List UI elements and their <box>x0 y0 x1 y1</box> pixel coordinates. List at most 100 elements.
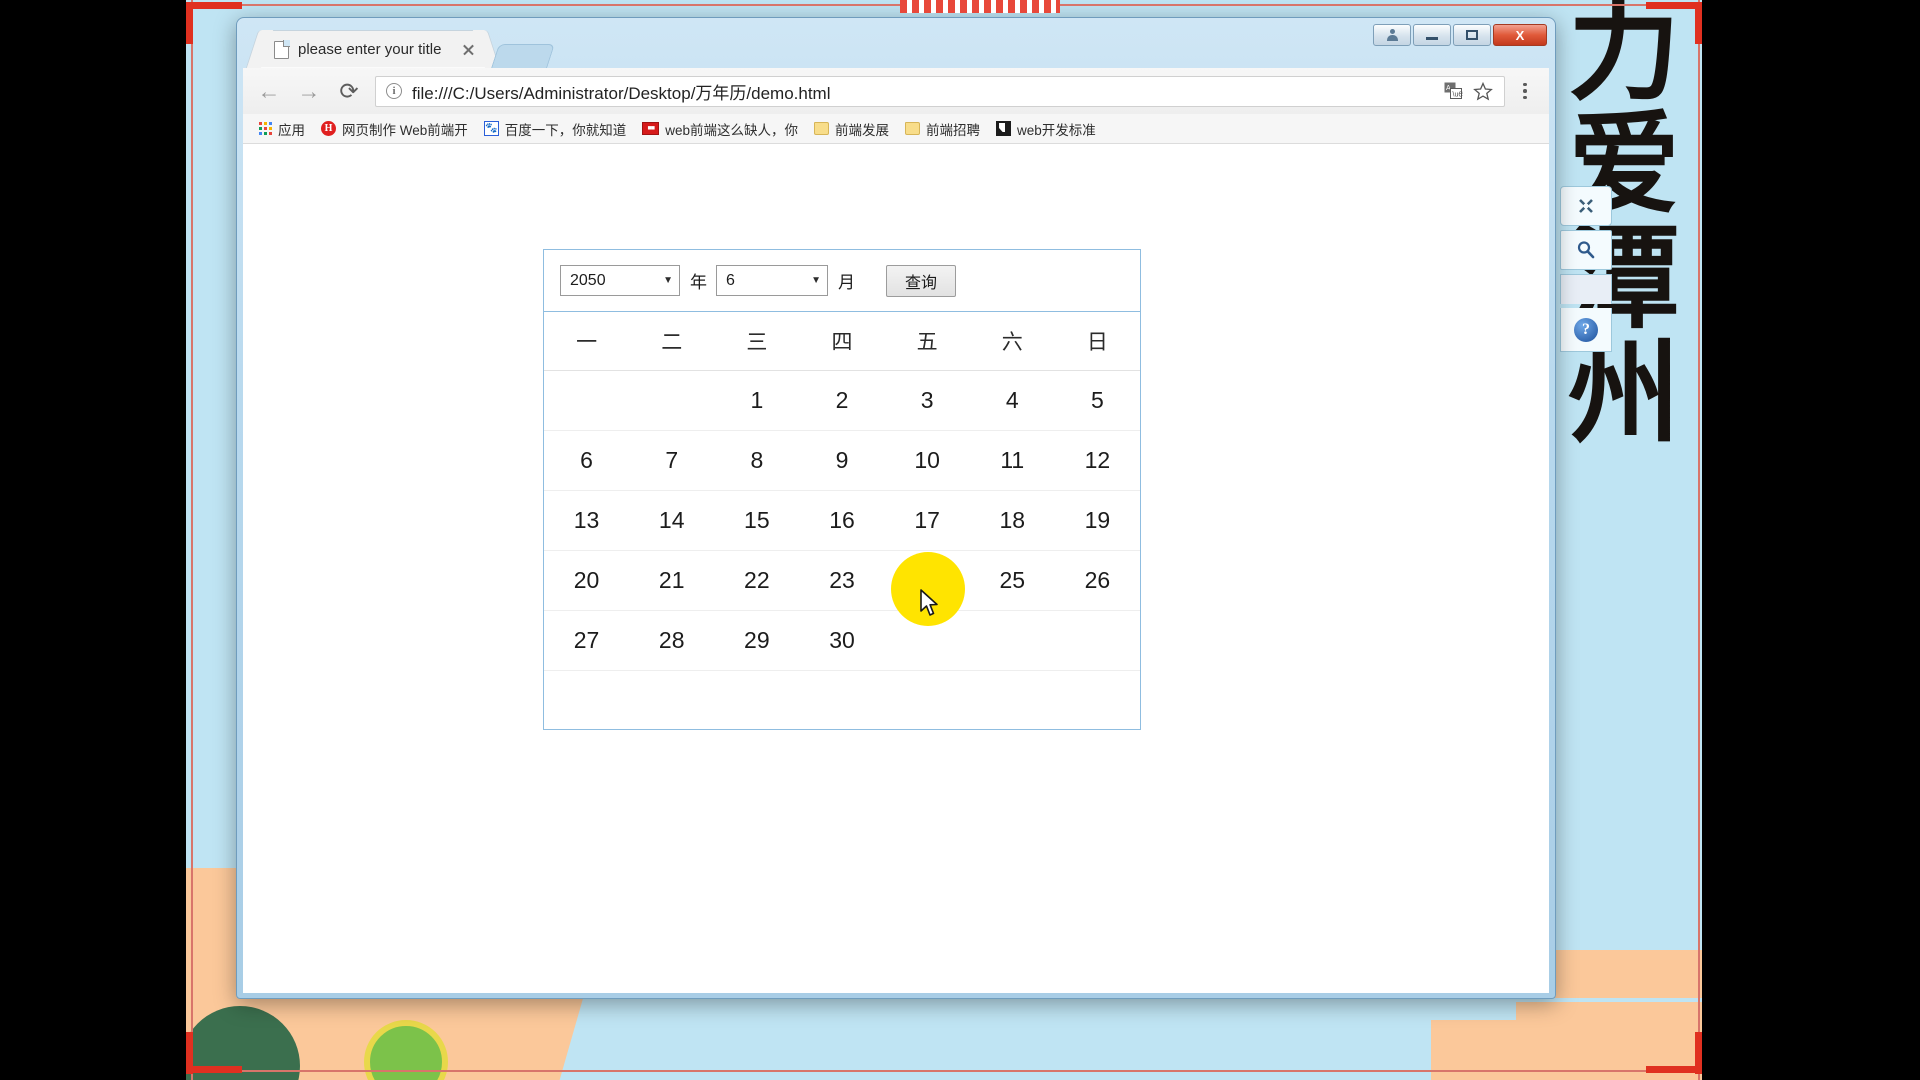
black-square-icon <box>996 121 1012 136</box>
calendar-week-row: 12345 <box>544 370 1140 431</box>
question-mark-glyph: ? <box>1574 317 1598 342</box>
browser-chrome: ← → ⟳ i file:///C:/Users/Administrator/D… <box>243 68 1549 993</box>
calendar-day-cell[interactable]: 16 <box>799 490 885 551</box>
close-window-button[interactable]: X <box>1493 24 1547 46</box>
help-icon[interactable]: ? <box>1560 308 1612 352</box>
calendar-day-cell[interactable]: 1 <box>714 370 800 431</box>
calendar-day-cell[interactable]: 4 <box>969 370 1055 431</box>
recording-corner-tr <box>1646 2 1702 9</box>
bookmark-label: web前端这么缺人，你 <box>665 122 799 138</box>
translate-icon[interactable]: A \u6587 <box>1438 78 1468 104</box>
recording-corner-bl <box>186 1032 193 1074</box>
browser-toolbar: ← → ⟳ i file:///C:/Users/Administrator/D… <box>243 68 1549 114</box>
close-tab-icon[interactable] <box>458 40 478 60</box>
calendar-day-cell[interactable]: 25 <box>969 550 1055 611</box>
recording-corner-br <box>1646 1066 1702 1073</box>
h-red-icon: H <box>321 121 336 136</box>
calendar-week-row: 13 14 15 16 17 18 19 <box>544 490 1140 551</box>
calendar-empty-cell <box>884 610 970 671</box>
calendar-day-cell[interactable]: 6 <box>544 430 630 491</box>
calendar-day-cell[interactable]: 18 <box>969 490 1055 551</box>
calendar-day-cell[interactable]: 11 <box>969 430 1055 491</box>
query-button[interactable]: 查询 <box>886 264 957 297</box>
weekday-header-6: 日 <box>1086 330 1108 354</box>
minimize-button[interactable] <box>1413 24 1451 46</box>
reload-button[interactable]: ⟳ <box>329 71 369 111</box>
profile-button[interactable] <box>1373 24 1411 46</box>
bookmark-star-icon[interactable] <box>1468 78 1498 104</box>
calendar-day-cell[interactable]: 13 <box>544 490 630 551</box>
chrome-menu-icon[interactable] <box>1511 82 1539 100</box>
recording-corner-tr <box>1695 2 1702 44</box>
weekday-row: 一二三四五六日 <box>544 312 1140 370</box>
magnifier-icon[interactable] <box>1560 230 1612 270</box>
calendar-day-cell[interactable]: 20 <box>544 550 630 611</box>
recording-frame-bottom <box>186 1070 1702 1072</box>
window-titlebar[interactable]: please enter your title X <box>243 24 1549 68</box>
folder-icon <box>814 122 830 135</box>
query-button-label: 查询 <box>905 274 938 292</box>
bookmark-folder-dev[interactable]: 前端发展 <box>806 116 897 142</box>
address-bar[interactable]: i file:///C:/Users/Administrator/Desktop… <box>375 75 1505 107</box>
calendar-empty-cell <box>1054 610 1140 671</box>
calendar-day-cell[interactable]: 10 <box>884 430 970 491</box>
calendar-day-cell[interactable]: 7 <box>629 430 715 491</box>
forward-button[interactable]: → <box>289 71 329 111</box>
calendar-widget: 2050 ▼ 年 6 ▼ 月 查询 一 二 三 四 五 六 日 1 2 3 4 … <box>543 249 1141 730</box>
calendar-day-cell[interactable]: 8 <box>714 430 800 491</box>
calendar-day-cell[interactable]: 26 <box>1054 550 1140 611</box>
browser-tab[interactable]: please enter your title <box>259 30 487 68</box>
calendar-week-row: 6 7 8 9 10 11 12 <box>544 430 1140 491</box>
side-panel-strip <box>1560 274 1612 304</box>
calendar-day-cell[interactable]: 5 <box>1054 370 1140 431</box>
weekday-header-1: 二 <box>661 330 683 354</box>
maximize-button[interactable] <box>1453 24 1491 46</box>
apps-grid-icon <box>259 122 272 135</box>
calendar-day-cell[interactable]: 19 <box>1054 490 1140 551</box>
browser-window: please enter your title X ← → ⟳ i file:/… <box>236 17 1556 999</box>
window-controls: X <box>1373 24 1547 46</box>
calendar-day-cell[interactable]: 27 <box>544 610 630 671</box>
wallpaper-shape-4 <box>1516 1002 1702 1032</box>
calendar-empty-cell <box>544 370 630 431</box>
chevron-down-icon: ▼ <box>663 275 673 286</box>
calendar-day-cell[interactable]: 15 <box>714 490 800 551</box>
calendar-day-cell[interactable]: 23 <box>799 550 885 611</box>
close-window-icon: X <box>1515 27 1525 43</box>
bookmark-web-jobs[interactable]: ■■ web前端这么缺人，你 <box>634 116 806 142</box>
recording-corner-tl <box>186 2 193 44</box>
new-tab-button[interactable] <box>491 44 555 68</box>
calendar-day-cell[interactable]: 22 <box>714 550 800 611</box>
chevron-down-icon: ▼ <box>811 275 821 286</box>
recording-corner-br <box>1695 1032 1702 1074</box>
calendar-day-cell[interactable]: 3 <box>884 370 970 431</box>
calendar-day-cell[interactable]: 12 <box>1054 430 1140 491</box>
calendar-day-cell[interactable]: 29 <box>714 610 800 671</box>
year-select[interactable]: 2050 ▼ <box>560 265 680 296</box>
bookmark-apps[interactable]: 应用 <box>251 116 313 142</box>
bookmark-label: 前端招聘 <box>926 122 981 138</box>
back-button[interactable]: ← <box>249 71 289 111</box>
screen: 力 爱 潭 州 ? please enter your title X ← → … <box>0 0 1920 1080</box>
recording-corner-bl <box>186 1066 242 1073</box>
calendar-day-cell[interactable]: 2 <box>799 370 885 431</box>
calendar-day-cell[interactable]: 14 <box>629 490 715 551</box>
weekday-header-2: 三 <box>746 330 768 354</box>
calendar-day-cell[interactable]: 21 <box>629 550 715 611</box>
month-select[interactable]: 6 ▼ <box>716 265 828 296</box>
weekday-header-3: 四 <box>831 330 853 354</box>
calendar-day-cell[interactable]: 17 <box>884 490 970 551</box>
calendar-day-cell[interactable]: 28 <box>629 610 715 671</box>
bookmark-baidu[interactable]: 🐾 百度一下，你就知道 <box>476 116 635 142</box>
bookmark-web-frontend[interactable]: H 网页制作 Web前端开 <box>313 116 476 142</box>
page-icon <box>274 40 289 59</box>
bookmark-web-standards[interactable]: web开发标准 <box>988 116 1104 142</box>
close-icon[interactable] <box>1560 186 1612 226</box>
red-badge-icon: ■■ <box>642 122 660 135</box>
calendar-day-cell[interactable]: 9 <box>799 430 885 491</box>
minimize-icon <box>1426 37 1438 40</box>
calendar-day-cell[interactable]: 30 <box>799 610 885 671</box>
bookmark-folder-recruit[interactable]: 前端招聘 <box>897 116 988 142</box>
site-info-icon[interactable]: i <box>386 83 402 99</box>
folder-icon <box>905 122 921 135</box>
